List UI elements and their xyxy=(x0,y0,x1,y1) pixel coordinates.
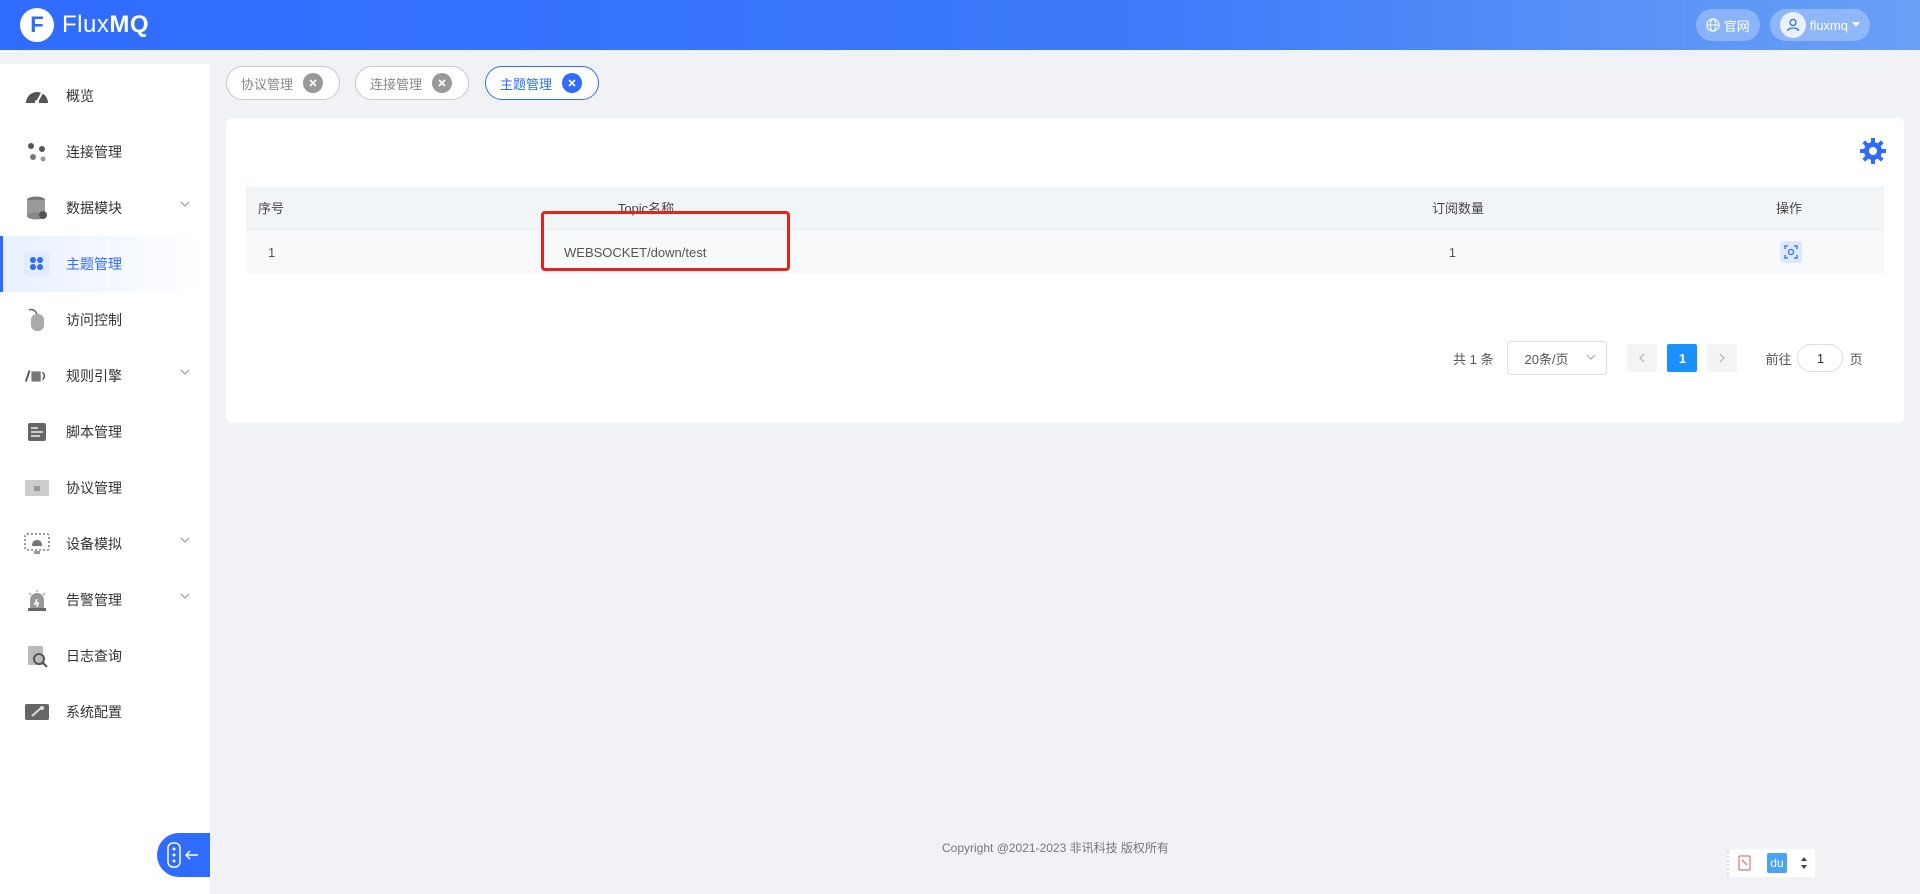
topics-table: 序号 Topic名称 订阅数量 操作 1 WEBSOCKET/down/test… xyxy=(246,186,1884,274)
col-count-header: 订阅数量 xyxy=(1431,201,1484,216)
sidebar-item-label: 概览 xyxy=(66,88,94,104)
highlight-box xyxy=(541,211,790,271)
user-icon xyxy=(1786,18,1799,32)
nodes-icon xyxy=(24,139,50,165)
tab-connections[interactable]: 连接管理 xyxy=(355,66,469,100)
sidebar-item-label: 数据模块 xyxy=(66,200,122,216)
sidebar: 概览 连接管理 数据模块 主题管理 访问控制 规则引擎 脚本管理 协议管理 设备… xyxy=(0,64,210,894)
user-menu-button[interactable]: fluxmq xyxy=(1769,9,1870,41)
sidebar-item-label: 设备模拟 xyxy=(66,536,122,552)
sidebar-item-label: 脚本管理 xyxy=(66,424,122,440)
collapse-icon xyxy=(166,842,198,868)
chevron-down-icon xyxy=(180,201,190,207)
username: fluxmq xyxy=(1809,17,1848,33)
logo[interactable]: F FluxMQ xyxy=(20,8,149,42)
sidebar-item-label: 访问控制 xyxy=(66,312,122,328)
sidebar-item-label: 规则引擎 xyxy=(66,368,122,384)
database-icon xyxy=(24,195,50,221)
official-site-label: 官网 xyxy=(1723,18,1750,34)
tab-label: 主题管理 xyxy=(500,76,553,92)
caret-down-icon xyxy=(1852,22,1860,27)
chevron-down-icon xyxy=(180,369,190,375)
table-row: 1 WEBSOCKET/down/test 1 xyxy=(246,230,1884,274)
goto-page-input[interactable]: 1 xyxy=(1797,344,1844,372)
total-count: 共 1 条 xyxy=(1453,351,1494,367)
sidebar-item-label: 告警管理 xyxy=(66,592,122,608)
goto-suffix: 页 xyxy=(1849,351,1863,367)
page-size-select[interactable]: 20条/页 xyxy=(1507,341,1608,375)
gauge-icon xyxy=(24,83,50,109)
logo-text-flux: Flux xyxy=(62,11,110,38)
sidebar-item-access-control[interactable]: 访问控制 xyxy=(0,292,210,348)
table-header: 序号 Topic名称 订阅数量 操作 xyxy=(246,186,1884,230)
page-size-value: 20条/页 xyxy=(1524,351,1569,367)
sidebar-item-label: 日志查询 xyxy=(66,648,122,664)
chevron-right-icon xyxy=(1720,353,1726,363)
close-icon[interactable] xyxy=(303,73,324,93)
scan-icon xyxy=(1784,245,1798,259)
sidebar-item-rules-engine[interactable]: 规则引擎 xyxy=(0,348,210,404)
pagination: 共 1 条 20条/页 1 前往 1 页 xyxy=(1453,341,1863,375)
tab-label: 协议管理 xyxy=(241,76,294,92)
floating-toolbar: du xyxy=(1727,849,1815,877)
chevron-down-icon xyxy=(180,593,190,599)
topics-icon xyxy=(24,251,50,277)
sidebar-item-connections[interactable]: 连接管理 xyxy=(0,124,210,180)
close-icon[interactable] xyxy=(562,73,583,93)
chevron-left-icon xyxy=(1639,353,1645,363)
page-number-button[interactable]: 1 xyxy=(1667,344,1698,372)
col-index-header: 序号 xyxy=(258,201,285,216)
script-icon xyxy=(24,419,50,445)
chevron-down-icon xyxy=(180,537,190,543)
next-page-button[interactable] xyxy=(1707,344,1738,372)
du-button[interactable]: du xyxy=(1766,853,1787,873)
close-icon[interactable] xyxy=(432,73,453,93)
sidebar-item-data-module[interactable]: 数据模块 xyxy=(0,180,210,236)
official-site-button[interactable]: 官网 xyxy=(1695,9,1760,41)
tab-label: 连接管理 xyxy=(370,76,423,92)
prev-page-button[interactable] xyxy=(1627,344,1658,372)
logo-text: FluxMQ xyxy=(62,11,149,39)
settings-icon xyxy=(24,699,50,725)
sidebar-item-label: 主题管理 xyxy=(66,256,122,272)
row-actions xyxy=(1576,241,1884,263)
goto-prefix: 前往 xyxy=(1765,351,1792,367)
goto-page: 前往 1 页 xyxy=(1765,344,1863,372)
topics-card: 序号 Topic名称 订阅数量 操作 1 WEBSOCKET/down/test… xyxy=(226,118,1904,423)
sidebar-item-scripts[interactable]: 脚本管理 xyxy=(0,404,210,460)
chevron-down-icon xyxy=(1587,354,1596,360)
sidebar-item-alarms[interactable]: 告警管理 xyxy=(0,572,210,628)
row-count: 1 xyxy=(1448,244,1456,260)
row-index: 1 xyxy=(268,244,276,260)
logo-mark: F xyxy=(20,8,54,42)
protocol-icon xyxy=(24,475,50,501)
gear-icon[interactable] xyxy=(1858,136,1888,166)
rules-icon xyxy=(24,363,50,389)
sidebar-item-label: 连接管理 xyxy=(66,144,122,160)
copyright: Copyright @2021-2023 非讯科技 版权所有 xyxy=(942,841,1169,855)
sidebar-item-system-config[interactable]: 系统配置 xyxy=(0,684,210,740)
sidebar-item-overview[interactable]: 概览 xyxy=(0,68,210,124)
mouse-icon xyxy=(24,307,50,333)
sidebar-item-protocols[interactable]: 协议管理 xyxy=(0,460,210,516)
sidebar-item-label: 协议管理 xyxy=(66,480,122,496)
device-icon xyxy=(24,531,50,557)
col-action-header: 操作 xyxy=(1775,201,1802,216)
bookmark-icon[interactable] xyxy=(1736,854,1754,872)
sidebar-item-device-sim[interactable]: 设备模拟 xyxy=(0,516,210,572)
sidebar-collapse-button[interactable] xyxy=(157,833,210,877)
top-header: F FluxMQ 官网 fluxmq xyxy=(0,0,1920,50)
alarm-icon xyxy=(24,587,50,613)
sidebar-item-topics[interactable]: 主题管理 xyxy=(0,236,210,292)
tab-protocol[interactable]: 协议管理 xyxy=(226,66,340,100)
sidebar-item-label: 系统配置 xyxy=(66,704,122,720)
sidebar-item-logs[interactable]: 日志查询 xyxy=(0,628,210,684)
logo-text-mq: MQ xyxy=(109,11,150,38)
log-search-icon xyxy=(24,643,50,669)
avatar xyxy=(1779,12,1806,38)
globe-icon xyxy=(1706,18,1720,32)
sort-icon[interactable] xyxy=(1800,856,1808,870)
tab-topics[interactable]: 主题管理 xyxy=(485,66,599,100)
view-detail-button[interactable] xyxy=(1780,241,1802,263)
